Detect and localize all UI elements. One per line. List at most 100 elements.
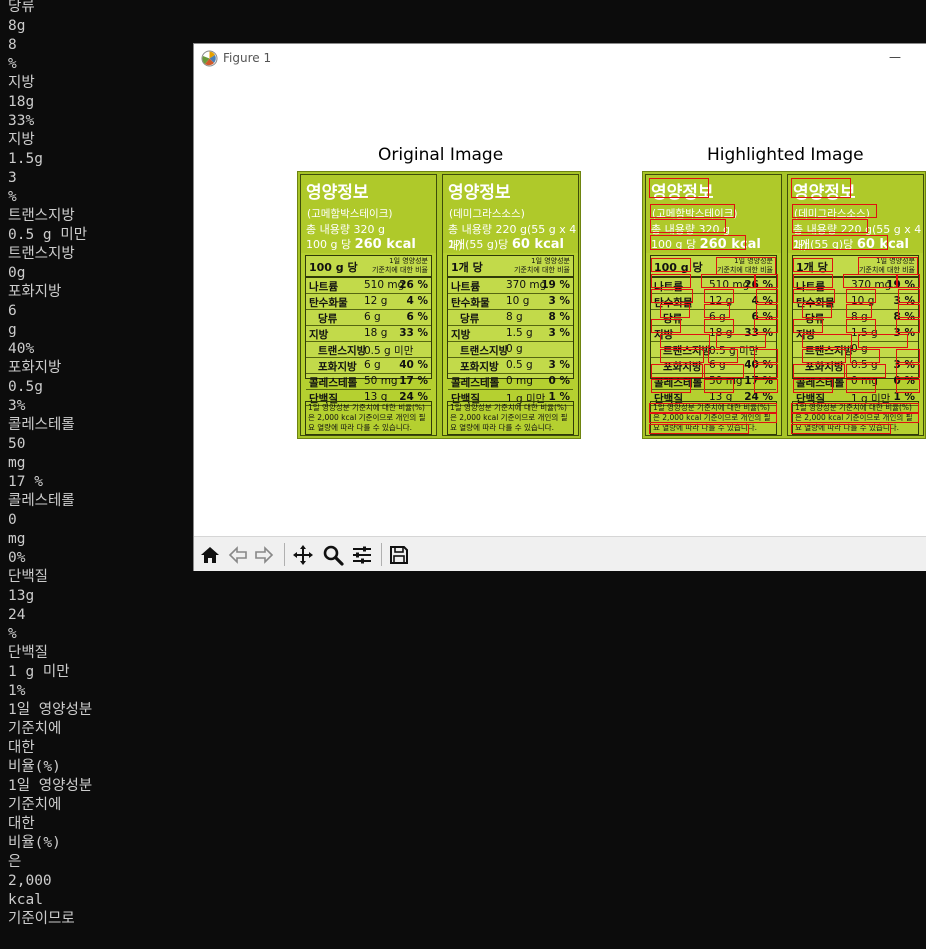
nutrient-amount: 6 g	[364, 311, 381, 323]
navigation-toolbar	[194, 536, 926, 571]
table-row: 트랜스지방 0.5 g 미만	[306, 342, 431, 358]
terminal-line: 2,000	[8, 873, 52, 889]
terminal-line: 1일 영양성분	[8, 702, 93, 718]
highlighted-image: 영양정보 (고메함박스테이크) 총 내용량 320 g 100 g 당 260 …	[642, 171, 926, 439]
text-highlight-box	[793, 274, 833, 288]
toolbar-separator	[381, 543, 382, 566]
table-row: 당류 6 g 6 %	[306, 310, 431, 326]
nutrient-percent: 33 %	[399, 327, 428, 339]
terminal-line: 포화지방	[8, 360, 62, 376]
text-highlight-box	[846, 319, 876, 333]
zoom-icon[interactable]	[322, 544, 344, 566]
nutrient-percent: 40 %	[399, 359, 428, 371]
terminal-line: 40%	[8, 341, 35, 357]
title-bar[interactable]: Figure 1 —	[194, 44, 926, 73]
terminal-line: 비율(%)	[8, 759, 61, 775]
table-head-line2: 기준치에 대한 비율	[514, 266, 570, 274]
text-highlight-box	[843, 274, 898, 288]
card-per-serving: 100 g 당 260 kcal	[306, 236, 416, 252]
nutrient-percent: 0 %	[548, 375, 570, 387]
nutrient-name: 당류	[460, 313, 480, 325]
text-highlight-box	[898, 289, 920, 303]
terminal-line: g	[8, 322, 17, 338]
text-highlight-box	[649, 403, 777, 413]
nutrient-name: 나트륨	[451, 281, 480, 293]
home-icon[interactable]	[199, 544, 221, 566]
text-highlight-box	[649, 178, 709, 198]
nutrient-amount: 0.5 g 미만	[364, 345, 414, 357]
nutrient-percent: 17 %	[399, 375, 428, 387]
minimize-button[interactable]: —	[884, 46, 906, 68]
text-highlight-box	[754, 349, 778, 363]
text-highlight-box	[898, 304, 920, 318]
terminal-line: %	[8, 626, 17, 642]
nutrient-amount: 12 g	[364, 295, 388, 307]
terminal-line: 트랜스지방	[8, 246, 75, 262]
text-highlight-box	[650, 235, 746, 250]
text-highlight-box	[651, 319, 681, 333]
text-highlight-box	[651, 379, 691, 393]
terminal-line: 33%	[8, 113, 35, 129]
text-highlight-box	[649, 413, 777, 423]
text-highlight-box	[846, 289, 876, 303]
text-highlight-box	[756, 304, 778, 318]
text-highlight-box	[651, 274, 691, 288]
forward-icon[interactable]	[253, 544, 275, 566]
terminal-line: 3%	[8, 398, 26, 414]
pan-icon[interactable]	[292, 544, 314, 566]
text-highlight-box	[802, 304, 832, 318]
terminal-line: 8	[8, 37, 17, 53]
text-highlight-box	[704, 304, 730, 318]
terminal-line: 기준치에	[8, 721, 62, 737]
table-row: 탄수화물 12 g 4 %	[306, 294, 431, 310]
nutrient-name: 당류	[318, 313, 338, 325]
text-highlight-box	[846, 304, 872, 318]
terminal-line: 기준이므로	[8, 911, 75, 927]
nutrient-name: 포화지방	[460, 361, 499, 373]
nutrient-name: 콜레스테롤	[309, 377, 358, 389]
terminal-line: %	[8, 189, 17, 205]
terminal-line: 13g	[8, 588, 35, 604]
nutrition-card-right: 영양정보 (데미그라스소스) 총 내용량 220 g(55 g x 4개) 1개…	[787, 174, 924, 436]
terminal-line: 18g	[8, 94, 35, 110]
terminal-line: 0.5g	[8, 379, 43, 395]
text-highlight-box	[793, 364, 845, 378]
text-highlight-box	[701, 274, 756, 288]
back-icon[interactable]	[227, 544, 249, 566]
figure-window: Figure 1 — Original Image Highlighted Im…	[193, 43, 926, 571]
text-highlight-box	[802, 334, 852, 348]
table-row: 나트륨 510 mg 26 %	[306, 278, 431, 294]
text-highlight-box	[756, 289, 778, 303]
text-highlight-box	[791, 424, 891, 434]
card-title: 영양정보	[448, 183, 511, 203]
save-icon[interactable]	[388, 544, 410, 566]
card-header: 영양정보 (데미그라스소스) 총 내용량 220 g(55 g x 4개) 1개…	[443, 175, 578, 253]
nutrient-name: 지방	[451, 329, 471, 341]
nutrient-percent: 8 %	[548, 311, 570, 323]
configure-subplots-icon[interactable]	[351, 544, 373, 566]
nutrient-amount: 1.5 g	[506, 327, 533, 339]
text-highlight-box	[896, 379, 920, 393]
nutrient-amount: 0 mg	[506, 375, 533, 387]
terminal-line: 17 %	[8, 474, 43, 490]
nutrient-percent: 26 %	[399, 279, 428, 291]
text-highlight-box	[754, 319, 778, 333]
text-highlight-box	[793, 289, 835, 303]
card-per-serving: 1개(55 g)당 60 kcal	[448, 236, 564, 252]
text-highlight-box	[858, 257, 918, 275]
text-highlight-box	[793, 258, 833, 272]
text-highlight-box	[850, 349, 880, 363]
toolbar-separator	[284, 543, 285, 566]
nutrition-card-left: 영양정보 (고메함박스테이크) 총 내용량 320 g 100 g 당 260 …	[645, 174, 782, 436]
terminal-line: 0%	[8, 550, 26, 566]
terminal-line: 비율(%)	[8, 835, 61, 851]
text-highlight-box	[704, 364, 744, 378]
table-row: 지방 1.5 g 3 %	[448, 326, 573, 342]
text-highlight-box	[896, 274, 920, 288]
terminal-line: 1.5g	[8, 151, 43, 167]
text-highlight-box	[651, 364, 703, 378]
table-row: 포화지방 6 g 40 %	[306, 358, 431, 374]
text-highlight-box	[793, 319, 823, 333]
figure-canvas[interactable]: Original Image Highlighted Image 영양정보 (고…	[194, 73, 926, 536]
text-highlight-box	[896, 364, 920, 378]
